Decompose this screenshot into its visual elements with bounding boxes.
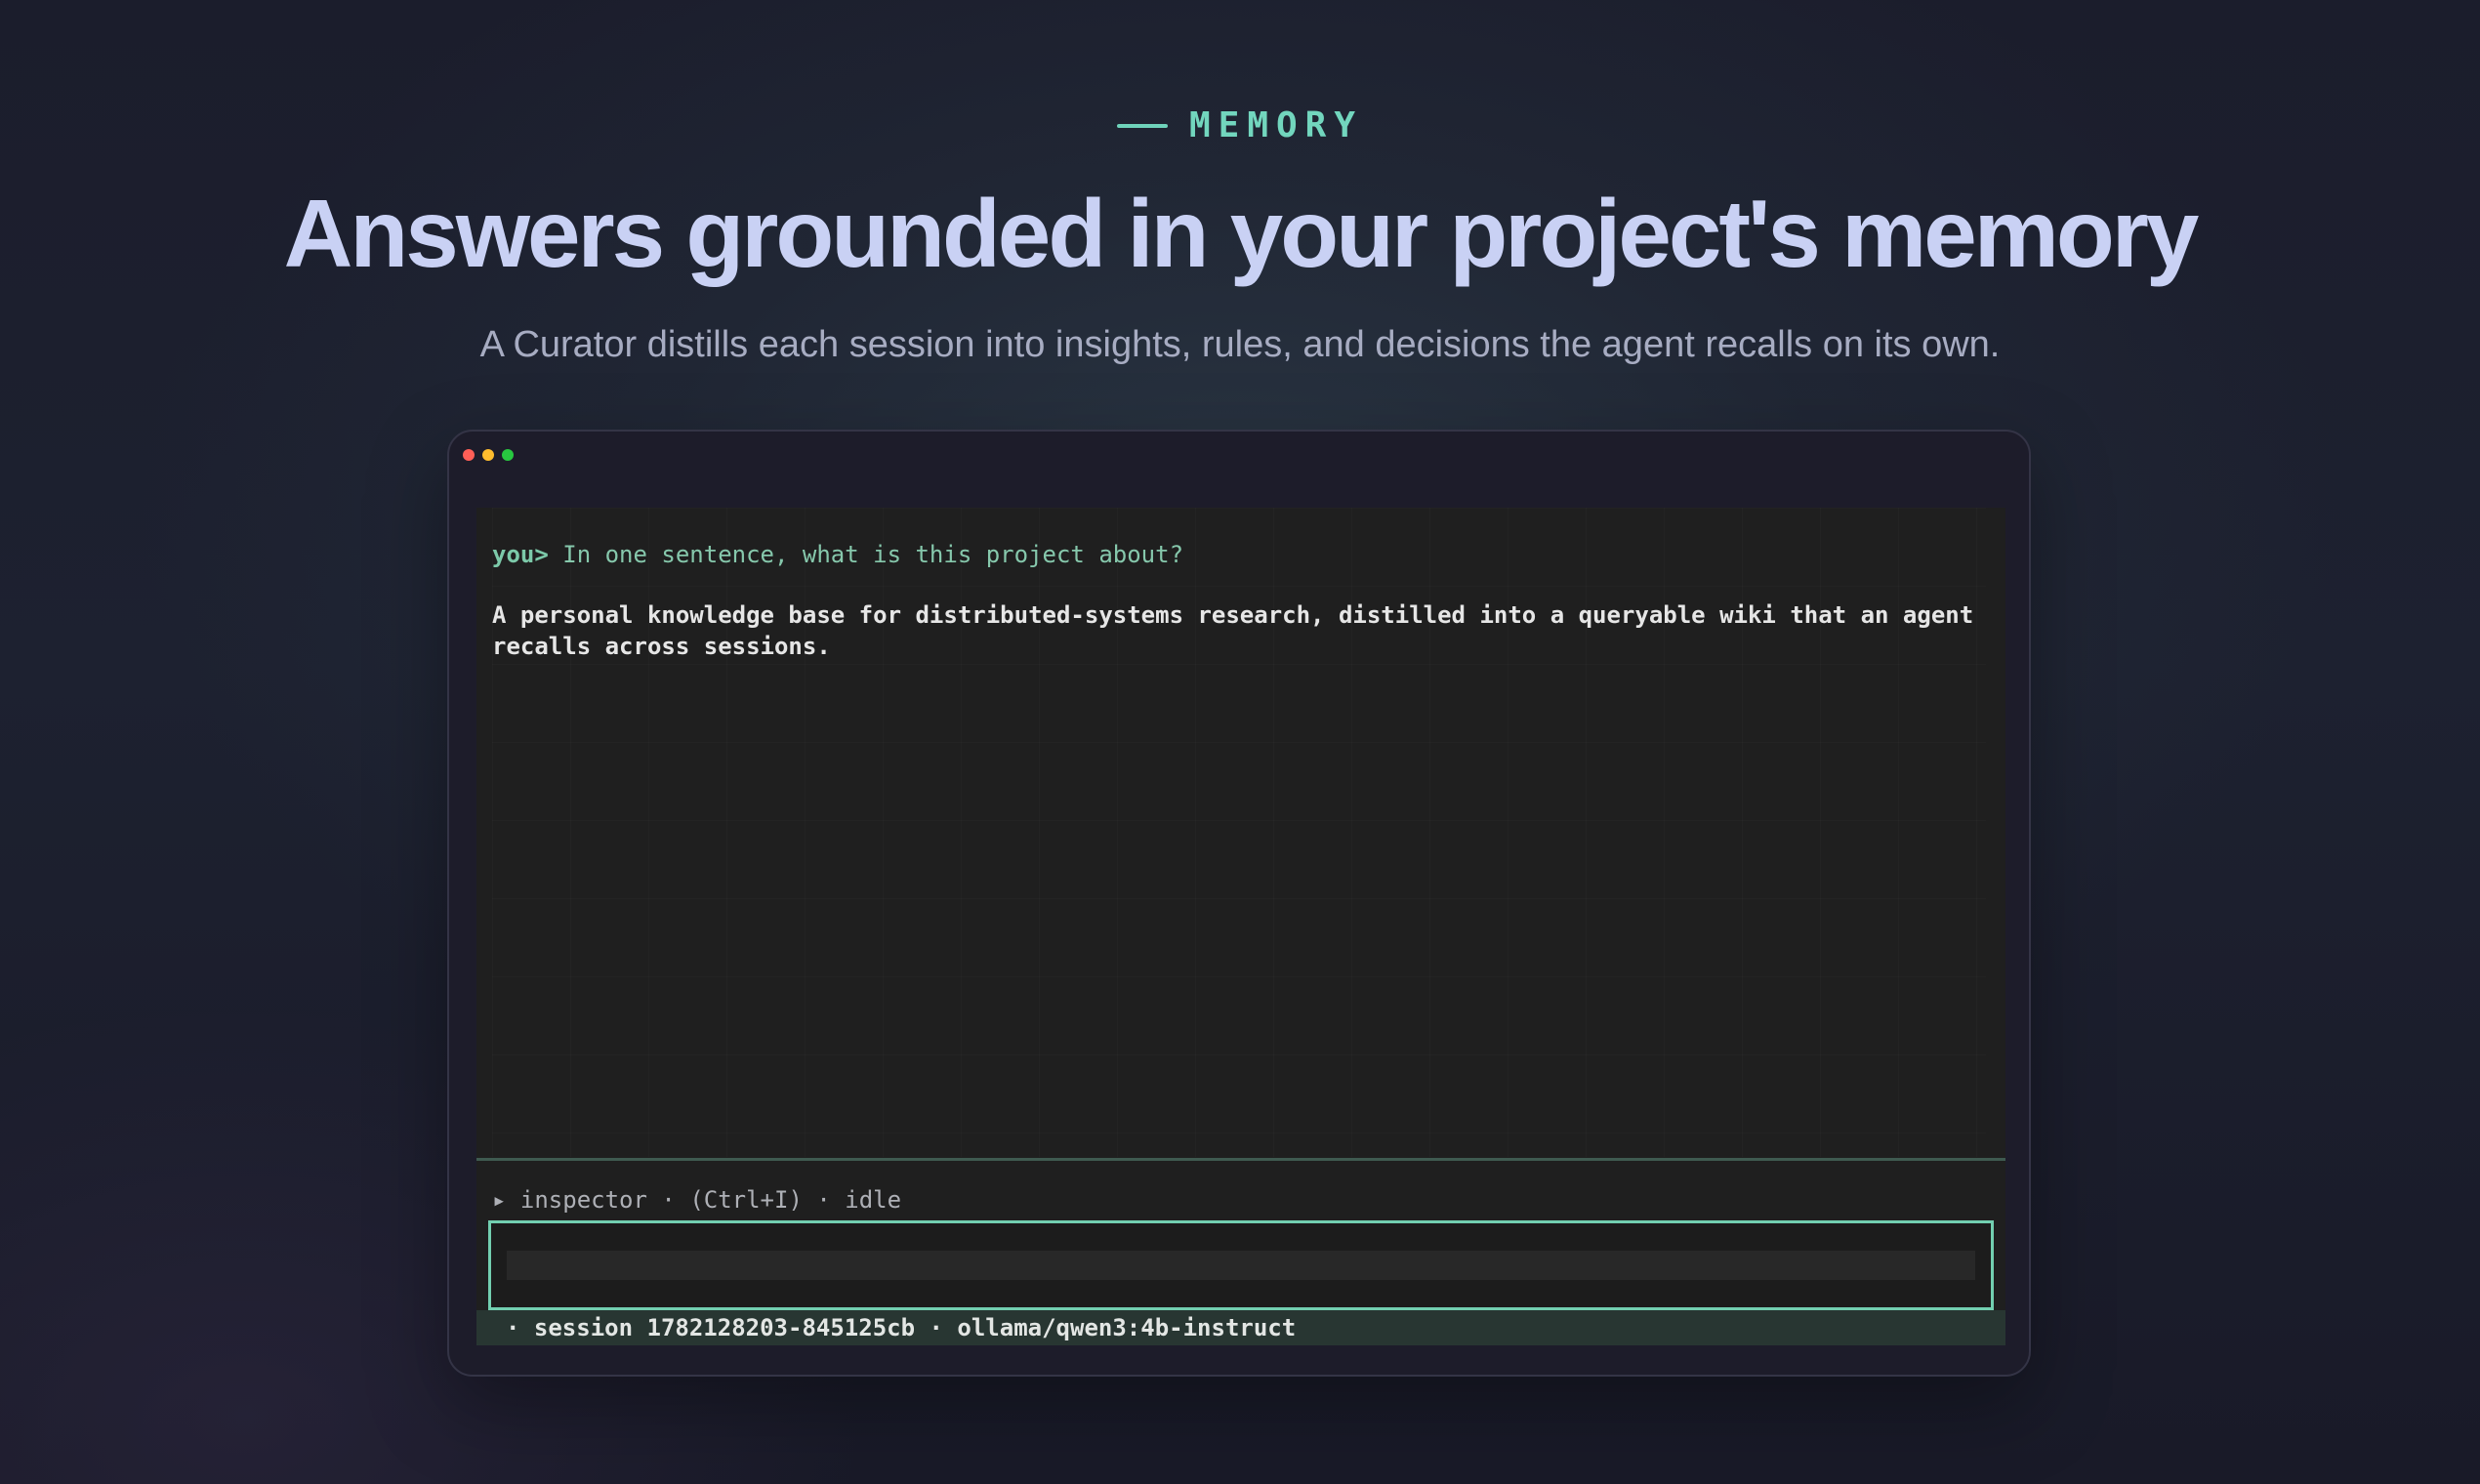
- status-bullet: ·: [506, 1314, 520, 1341]
- inspector-shortcut: (Ctrl+I): [689, 1186, 803, 1214]
- section-eyebrow: MEMORY: [0, 105, 2480, 145]
- page-subtitle: A Curator distills each session into ins…: [479, 324, 2001, 365]
- close-window-icon[interactable]: [463, 449, 475, 461]
- inspector-label: inspector: [519, 1186, 647, 1214]
- maximize-window-icon[interactable]: [502, 449, 514, 461]
- agent-answer: A personal knowledge base for distribute…: [492, 601, 1974, 660]
- page-title: Answers grounded in your project's memor…: [283, 180, 2200, 287]
- session-id: session 1782128203-845125cb: [533, 1314, 916, 1341]
- window-controls: [463, 449, 514, 461]
- user-prompt-prefix: you>: [492, 541, 549, 568]
- user-message: you> In one sentence, what is this proje…: [492, 539, 1183, 570]
- chat-input[interactable]: [507, 1251, 1975, 1280]
- separator-dot: ·: [661, 1186, 676, 1214]
- separator-dot: ·: [816, 1186, 831, 1214]
- inspector-toggle[interactable]: ▸ inspector · (Ctrl+I) · idle: [492, 1185, 901, 1215]
- chat-transcript: you> In one sentence, what is this proje…: [492, 508, 1986, 1157]
- separator-dot: ·: [929, 1314, 943, 1341]
- model-name: ollama/qwen3:4b-instruct: [957, 1314, 1297, 1341]
- inspector-state: idle: [845, 1186, 902, 1214]
- chat-input-box[interactable]: [488, 1220, 1994, 1310]
- user-question: In one sentence, what is this project ab…: [562, 541, 1184, 568]
- transcript-divider: [476, 1158, 2005, 1161]
- expand-arrow-icon: ▸: [492, 1186, 507, 1214]
- status-bar: · session 1782128203-845125cb · ollama/q…: [476, 1310, 2005, 1345]
- terminal-screen: you> In one sentence, what is this proje…: [476, 508, 2005, 1345]
- eyebrow-label: MEMORY: [1188, 105, 1364, 145]
- terminal-window: you> In one sentence, what is this proje…: [447, 430, 2031, 1377]
- minimize-window-icon[interactable]: [482, 449, 494, 461]
- eyebrow-line: [1116, 123, 1168, 128]
